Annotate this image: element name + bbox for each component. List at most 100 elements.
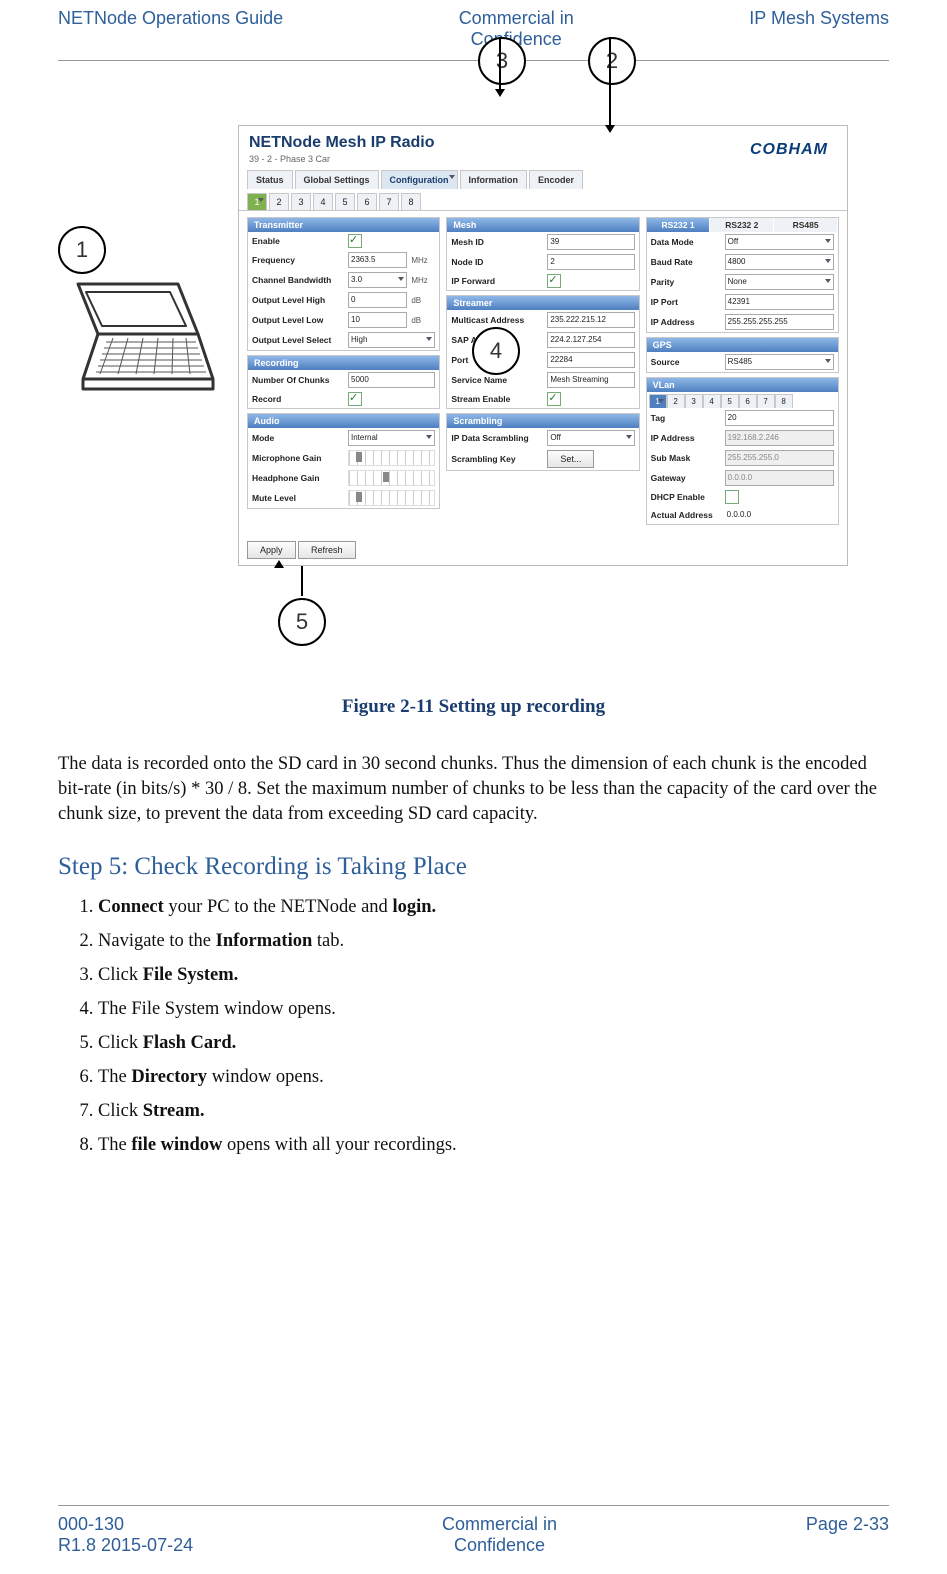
tab-encoder[interactable]: Encoder bbox=[529, 170, 583, 189]
gps-header: GPS bbox=[647, 338, 838, 352]
output-select[interactable]: High bbox=[348, 332, 435, 348]
vlan-3[interactable]: 3 bbox=[685, 394, 703, 408]
sap-input[interactable]: 224.2.127.254 bbox=[547, 332, 634, 348]
dhcp-checkbox[interactable] bbox=[725, 490, 739, 504]
vlan-1[interactable]: 1 bbox=[649, 394, 667, 408]
rs232-1-tab[interactable]: RS232 1 bbox=[647, 218, 711, 232]
callout-4: 4 bbox=[472, 327, 520, 375]
mic-gain-slider[interactable] bbox=[348, 450, 435, 466]
main-tabs: Status Global Settings Configuration Inf… bbox=[239, 170, 847, 189]
audio-mode-select[interactable]: Internal bbox=[348, 430, 435, 446]
callout-2: 2 bbox=[588, 37, 636, 85]
tab-global-settings[interactable]: Global Settings bbox=[295, 170, 379, 189]
ip-port-input[interactable]: 42391 bbox=[725, 294, 834, 310]
figure-2-11: 1 bbox=[58, 81, 889, 566]
scrambling-header: Scrambling bbox=[447, 414, 638, 428]
vlan-4[interactable]: 4 bbox=[703, 394, 721, 408]
figure-caption: Figure 2-11 Setting up recording bbox=[58, 696, 889, 718]
vlan-2[interactable]: 2 bbox=[667, 394, 685, 408]
apply-button[interactable]: Apply bbox=[247, 541, 296, 559]
mesh-header: Mesh bbox=[447, 218, 638, 232]
step-5-heading: Step 5: Check Recording is Taking Place bbox=[58, 853, 889, 881]
frequency-input[interactable]: 2363.5 bbox=[348, 252, 407, 268]
stream-enable-checkbox[interactable] bbox=[547, 392, 561, 406]
preset-5[interactable]: 5 bbox=[335, 193, 355, 210]
record-checkbox[interactable] bbox=[348, 392, 362, 406]
bandwidth-select[interactable]: 3.0 bbox=[348, 272, 407, 288]
streamer-header: Streamer bbox=[447, 296, 638, 310]
actual-address: 0.0.0.0 bbox=[725, 508, 834, 522]
rs485-tab[interactable]: RS485 bbox=[774, 218, 838, 232]
refresh-button[interactable]: Refresh bbox=[298, 541, 356, 559]
tab-status[interactable]: Status bbox=[247, 170, 293, 189]
netnode-config-screenshot: COBHAM NETNode Mesh IP Radio 39 - 2 - Ph… bbox=[238, 125, 848, 566]
arrow-3 bbox=[499, 37, 501, 91]
transmitter-panel: Transmitter Enable Frequency2363.5MHz Ch… bbox=[247, 217, 440, 351]
step-5: Click Flash Card. bbox=[98, 1031, 889, 1055]
transmitter-header: Transmitter bbox=[248, 218, 439, 232]
preset-tabs: 1 2 3 4 5 6 7 8 bbox=[239, 193, 847, 210]
vlan-tag-input[interactable]: 20 bbox=[725, 410, 834, 426]
header-right: IP Mesh Systems bbox=[749, 8, 889, 29]
mesh-panel: Mesh Mesh ID39 Node ID2 IP Forward bbox=[446, 217, 639, 291]
body-paragraph: The data is recorded onto the SD card in… bbox=[58, 752, 889, 827]
arrow-5 bbox=[301, 566, 303, 596]
callout-4-wrap: 4 bbox=[472, 327, 520, 375]
vlan-panel: VLan 1 2 3 4 5 6 7 8 Tag20 bbox=[646, 377, 839, 525]
set-key-button[interactable]: Set... bbox=[547, 450, 594, 468]
mesh-id-input[interactable]: 39 bbox=[547, 234, 634, 250]
audio-header: Audio bbox=[248, 414, 439, 428]
multicast-input[interactable]: 235.222.215.12 bbox=[547, 312, 634, 328]
preset-2[interactable]: 2 bbox=[269, 193, 289, 210]
baud-rate-select[interactable]: 4800 bbox=[725, 254, 834, 270]
hp-gain-slider[interactable] bbox=[348, 470, 435, 486]
gps-source-select[interactable]: RS485 bbox=[725, 354, 834, 370]
output-high-input[interactable]: 0 bbox=[348, 292, 407, 308]
tab-information[interactable]: Information bbox=[460, 170, 528, 189]
scrambling-select[interactable]: Off bbox=[547, 430, 634, 446]
preset-8[interactable]: 8 bbox=[401, 193, 421, 210]
step-4: The File System window opens. bbox=[98, 997, 889, 1021]
preset-1[interactable]: 1 bbox=[247, 193, 267, 210]
vlan-5[interactable]: 5 bbox=[721, 394, 739, 408]
rs232-2-tab[interactable]: RS232 2 bbox=[710, 218, 774, 232]
laptop-callout-block: 1 bbox=[58, 81, 226, 409]
port-input[interactable]: 22284 bbox=[547, 352, 634, 368]
vlan-ip-input[interactable]: 192.168.2.246 bbox=[725, 430, 834, 446]
node-id-input[interactable]: 2 bbox=[547, 254, 634, 270]
vlan-6[interactable]: 6 bbox=[739, 394, 757, 408]
callout-3: 3 bbox=[478, 37, 526, 85]
steps-list: Connect your PC to the NETNode and login… bbox=[58, 895, 889, 1157]
preset-6[interactable]: 6 bbox=[357, 193, 377, 210]
scrambling-panel: Scrambling IP Data ScramblingOff Scrambl… bbox=[446, 413, 639, 471]
step-3: Click File System. bbox=[98, 963, 889, 987]
ip-forward-checkbox[interactable] bbox=[547, 274, 561, 288]
enable-checkbox[interactable] bbox=[348, 234, 362, 248]
chunks-input[interactable]: 5000 bbox=[348, 372, 435, 388]
preset-3[interactable]: 3 bbox=[291, 193, 311, 210]
step-1: Connect your PC to the NETNode and login… bbox=[98, 895, 889, 919]
vlan-7[interactable]: 7 bbox=[757, 394, 775, 408]
gps-panel: GPS SourceRS485 bbox=[646, 337, 839, 373]
header-left: NETNode Operations Guide bbox=[58, 8, 283, 29]
step-6: The Directory window opens. bbox=[98, 1065, 889, 1089]
brand-logo: COBHAM bbox=[750, 141, 828, 159]
output-low-input[interactable]: 10 bbox=[348, 312, 407, 328]
ip-address-input[interactable]: 255.255.255.255 bbox=[725, 314, 834, 330]
data-mode-select[interactable]: Off bbox=[725, 234, 834, 250]
laptop-icon bbox=[58, 274, 218, 404]
preset-4[interactable]: 4 bbox=[313, 193, 333, 210]
parity-select[interactable]: None bbox=[725, 274, 834, 290]
vlan-8[interactable]: 8 bbox=[775, 394, 793, 408]
recording-header: Recording bbox=[248, 356, 439, 370]
footer-right: Page 2-33 bbox=[806, 1514, 889, 1535]
service-name-input[interactable]: Mesh Streaming bbox=[547, 372, 634, 388]
preset-7[interactable]: 7 bbox=[379, 193, 399, 210]
vlan-mask-input[interactable]: 255.255.255.0 bbox=[725, 450, 834, 466]
mute-slider[interactable] bbox=[348, 490, 435, 506]
page-footer: 000-130 R1.8 2015-07-24 Commercial in Co… bbox=[58, 1505, 889, 1556]
vlan-gw-input[interactable]: 0.0.0.0 bbox=[725, 470, 834, 486]
step-2: Navigate to the Information tab. bbox=[98, 929, 889, 953]
tab-configuration[interactable]: Configuration bbox=[381, 170, 458, 189]
rs232-panel: RS232 1 RS232 2 RS485 Data ModeOff Baud … bbox=[646, 217, 839, 333]
